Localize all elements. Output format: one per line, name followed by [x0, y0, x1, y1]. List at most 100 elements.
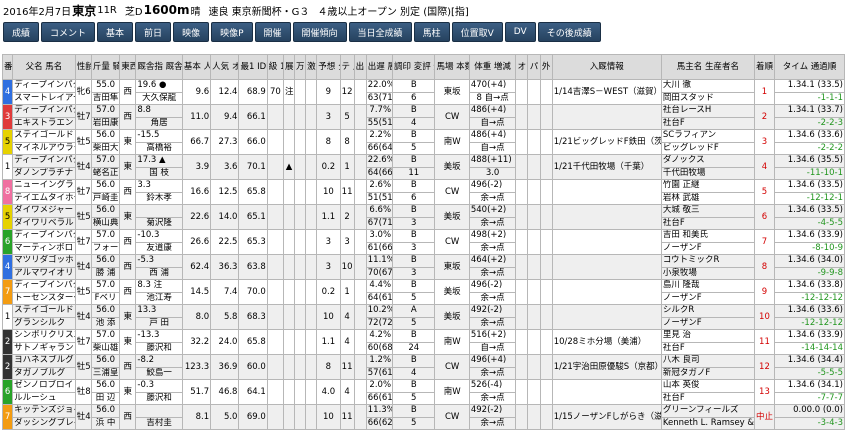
toolbar-button[interactable]: 当日全成績 — [348, 22, 412, 42]
trainer-name[interactable]: 池江寿 — [135, 291, 183, 305]
table-row[interactable]: 6ディープインパクト牡757.0西-10.326.622.565.3333.0%… — [1, 229, 845, 255]
horse-name[interactable]: グランシルク — [12, 316, 76, 330]
trainer-name[interactable]: 藤沢和 — [135, 391, 183, 405]
horse-name[interactable]: スマートレイアー — [12, 91, 76, 105]
column-header[interactable]: タイム 通過順 — [774, 54, 845, 80]
column-header[interactable]: 人気 オッズ — [210, 54, 240, 80]
trainer-name[interactable]: 鈴木孝 — [135, 191, 183, 205]
column-header[interactable]: 予想 夕差 — [316, 54, 341, 80]
toolbar-button[interactable]: 位置取V — [451, 22, 503, 42]
jockey-name[interactable]: 三浦皇 — [90, 366, 121, 380]
trainer-name[interactable]: 戸 田 — [135, 316, 183, 330]
horse-name[interactable]: タガノブルグ — [12, 366, 76, 380]
column-header[interactable]: 基本 人気 — [181, 54, 212, 80]
table-row[interactable]: 5 ダイワメジャー 牡5 56.0 東 22.6 14.0 65.1 1.1 2 6.6% B 美坂 54… — [1, 204, 845, 230]
trainer-name[interactable]: 藤沢和 — [135, 341, 183, 355]
horse-name[interactable]: ダイワリベラル — [12, 216, 76, 230]
jockey-name[interactable]: 岩田康 — [90, 116, 121, 130]
column-header[interactable]: 入厩情報 — [551, 54, 662, 80]
table-row[interactable]: 5 ステイゴールド 牡5 56.0 東 -15.5 66.7 27.3 66.0 8 8 2.2% B 南… — [1, 129, 845, 155]
owner-name: 竹園 正継 — [660, 179, 755, 193]
jockey-name[interactable]: 戸崎圭 — [90, 191, 121, 205]
column-header[interactable]: 厩舎指 厩舎化 — [135, 54, 183, 80]
table-row[interactable]: 1 ステイゴールド 牡4 56.0 東 13.3 8.0 5.8 68.3 10 4 10.2% A 美坂… — [1, 304, 845, 330]
trainer-name[interactable]: 吉村圭 — [135, 416, 183, 430]
trainer-name[interactable]: 国 枝 — [135, 166, 183, 180]
trainer-name[interactable]: 大久保龍 — [135, 91, 183, 105]
table-row[interactable]: 7ディープインパクト牡557.0西8.3 注14.57.470.0 0.21 4.4… — [1, 279, 845, 305]
column-header[interactable]: 出 3 — [353, 54, 367, 80]
table-row[interactable]: 6 ゼンノロブロイ 牡8 56.0 東 -0.3 51.7 46.8 64.1 4.0 4 2.0% B… — [1, 379, 845, 405]
column-header[interactable]: 調印 変評 追切指 — [392, 54, 436, 80]
weight-change: 8 自→点 — [468, 91, 517, 105]
horse-name[interactable]: トーセンスターダム — [12, 291, 76, 305]
column-header[interactable]: 体重 増減 — [468, 54, 517, 80]
column-header[interactable]: 激 — [305, 54, 318, 80]
toolbar-button[interactable]: 開催 — [254, 22, 291, 42]
column-header[interactable]: 最1 IDM — [238, 54, 268, 80]
toolbar-button[interactable]: 基本 — [97, 22, 134, 42]
table-row[interactable]: 8ニューイングランド牡756.0西3.316.612.565.8 1011 2.6%… — [1, 179, 845, 205]
table-row[interactable]: 2シンボリクリスエス牡757.0東-13.332.224.065.8 1.14 4.… — [1, 329, 845, 355]
table-row[interactable]: 4ディープインパクト牝655.0西19.6 ●9.612.468.970注912… — [1, 79, 845, 105]
column-header[interactable]: 東西 所属 — [119, 54, 137, 80]
horse-name[interactable]: エキストラエンド — [12, 116, 76, 130]
horse-name[interactable]: ルルーシュ — [12, 391, 76, 405]
horse-name[interactable]: ダッシングブレイズ — [12, 416, 76, 430]
toolbar-button[interactable]: 馬柱 — [413, 22, 450, 42]
jockey-name[interactable]: 蛯名正 — [90, 166, 121, 180]
column-header[interactable]: 斤量 騎手 — [90, 54, 121, 80]
horse-name[interactable]: テイエムタイホー — [12, 191, 76, 205]
horse-name[interactable]: マイネルアウラート — [12, 141, 76, 155]
column-header[interactable]: 出遅 展開 — [365, 54, 394, 80]
table-row[interactable]: 4 マツリダゴッホ 牡4 56.0 西 -5.3 62.4 36.3 63.8 3 10 11.1% B… — [1, 254, 845, 280]
toolbar-button[interactable]: DV — [504, 22, 536, 42]
column-header[interactable]: 父名 馬名 — [12, 54, 76, 80]
column-header[interactable]: 着順 — [753, 54, 776, 80]
toolbar-button[interactable]: 成績 — [3, 22, 40, 42]
jockey-name[interactable]: 柴田大 — [90, 141, 121, 155]
column-header[interactable]: パ — [527, 54, 541, 80]
column-header[interactable]: 展 — [282, 54, 296, 80]
column-header[interactable]: テ 上 — [339, 54, 355, 80]
table-row[interactable]: 1ディープインパクト牡457.0東17.3 ▲3.93.670.1▲0.2122… — [1, 154, 845, 180]
trainer-name[interactable]: 鮫島一 — [135, 366, 183, 380]
horse-name[interactable]: ダノンプラチナ — [12, 166, 76, 180]
jockey-name[interactable]: 池 添 — [90, 316, 121, 330]
column-header[interactable]: 馬主名 生産者名 — [660, 54, 755, 80]
trainer-name[interactable]: 角居 — [135, 116, 183, 130]
jockey-name[interactable]: 横山典 — [90, 216, 121, 230]
horse-name[interactable]: サトノギャラント — [12, 341, 76, 355]
jockey-name[interactable]: Fベリ — [90, 291, 121, 305]
jockey-name[interactable]: 田 辺 — [90, 391, 121, 405]
column-header[interactable]: オ — [515, 54, 529, 80]
horse-name[interactable]: マーティンボロ — [12, 241, 76, 255]
toolbar-button[interactable]: コメント — [41, 22, 96, 42]
jockey-name[interactable]: フォー — [90, 241, 121, 255]
toolbar-button[interactable]: 前日 — [135, 22, 172, 42]
column-header[interactable]: 番 — [1, 54, 14, 80]
late-start-rate: 22.0% — [365, 79, 394, 93]
column-header[interactable]: 馬場 本数 追込 — [434, 54, 470, 80]
column-header[interactable]: 外 — [539, 54, 553, 80]
column-header[interactable]: 性齢 — [74, 54, 92, 80]
toolbar-button[interactable]: 映像P — [211, 22, 253, 42]
table-row[interactable]: 2 ヨハネスブルグ 牡5 56.0 西 -8.2 123.3 36.9 60.0 8 11 1.2% B… — [1, 354, 845, 380]
trainer-name[interactable]: 友道康 — [135, 241, 183, 255]
table-row[interactable]: 3ディープインパクト牡757.0西8.811.09.466.1357.7%BCW… — [1, 104, 845, 130]
jockey-name[interactable]: 吉田隼 — [90, 91, 121, 105]
jockey-name[interactable]: 勝 浦 — [90, 266, 121, 280]
trainer-name[interactable]: 西 浦 — [135, 266, 183, 280]
toolbar-button[interactable]: その後成績 — [537, 22, 601, 42]
column-header[interactable]: 万 — [294, 54, 307, 80]
horse-name[interactable]: アルマワイオリ — [12, 266, 76, 280]
breeder-name: 社台F — [660, 216, 755, 230]
trainer-name[interactable]: 高橋裕 — [135, 141, 183, 155]
jockey-name[interactable]: 柴山雄 — [90, 341, 121, 355]
trainer-name[interactable]: 菊沢隆 — [135, 216, 183, 230]
training-course: 美坂 — [434, 279, 470, 305]
jockey-name[interactable]: 浜 中 — [90, 416, 121, 430]
column-header[interactable]: 級 1 — [266, 54, 284, 80]
toolbar-button[interactable]: 映像 — [173, 22, 210, 42]
toolbar-button[interactable]: 開催傾向 — [292, 22, 347, 42]
